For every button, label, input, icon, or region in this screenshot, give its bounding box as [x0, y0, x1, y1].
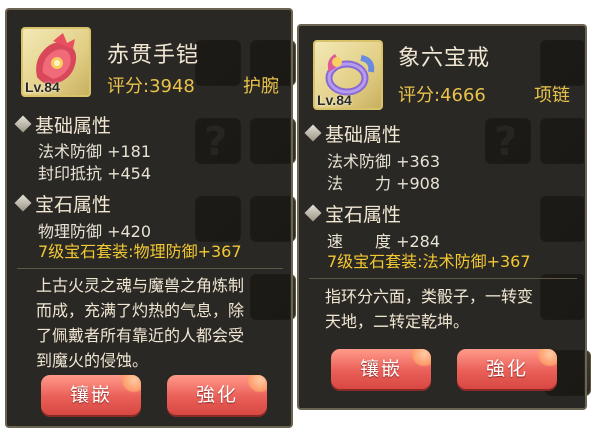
ring-icon: Lv.84 — [313, 40, 383, 110]
enhance-button-label: 強化 — [195, 384, 238, 406]
item-slot-type: 项链 — [534, 85, 570, 106]
divider — [309, 278, 577, 279]
inlay-button[interactable]: 镶嵌 — [331, 349, 431, 389]
base-stat: 法术防御 +363 — [327, 152, 441, 171]
item-score: 评分:4666 — [398, 85, 486, 106]
gauntlet-icon: Lv.84 — [21, 27, 91, 97]
diamond-bullet-icon — [304, 124, 322, 142]
flower-decoration-icon — [537, 349, 557, 367]
enhance-button-label: 強化 — [485, 358, 528, 380]
base-attributes-heading: 基础属性 — [303, 120, 401, 147]
description-line: 到魔火的侵蚀。 — [36, 351, 149, 370]
base-attributes-title: 基础属性 — [35, 115, 112, 137]
gem-set-bonus: 7级宝石套装:法术防御+367 — [327, 252, 531, 271]
enhance-button[interactable]: 強化 — [457, 349, 557, 389]
description-line: 而成，充满了灼热的气息，除 — [36, 301, 245, 320]
gem-attributes-heading: 宝石属性 — [13, 190, 111, 217]
description-line: 了佩戴者所有靠近的人都会受 — [36, 326, 245, 345]
item-level: Lv.84 — [317, 92, 352, 108]
base-stat: 法术防御 +181 — [38, 142, 152, 161]
item-description: 指环分六面，类骰子，一转变 天地，二转定乾坤。 — [325, 284, 575, 334]
flower-decoration-icon — [411, 349, 431, 367]
diamond-bullet-icon — [14, 115, 32, 133]
inlay-button-label: 镶嵌 — [359, 358, 402, 380]
item-score: 评分:3948 — [107, 76, 195, 97]
flower-decoration-icon — [121, 375, 141, 393]
item-name: 赤贯手铠 — [107, 43, 200, 68]
flower-decoration-icon — [247, 375, 267, 393]
item-tooltip-right: Lv.84 象六宝戒 评分:4666 项链 基础属性 法术防御 +363 法 力… — [297, 24, 587, 410]
item-level: Lv.84 — [25, 79, 60, 95]
description-line: 天地，二转定乾坤。 — [325, 312, 470, 331]
base-stat: 封印抵抗 +454 — [38, 164, 152, 183]
enhance-button[interactable]: 強化 — [167, 375, 267, 415]
diamond-bullet-icon — [304, 204, 322, 222]
item-slot-type: 护腕 — [243, 76, 279, 97]
inlay-button[interactable]: 镶嵌 — [41, 375, 141, 415]
description-line: 指环分六面，类骰子，一转变 — [325, 287, 534, 306]
base-stat: 法 力 +908 — [327, 174, 441, 193]
inlay-button-label: 镶嵌 — [69, 384, 112, 406]
divider — [17, 268, 283, 269]
gem-attributes-heading: 宝石属性 — [303, 200, 401, 227]
gem-set-bonus: 7级宝石套装:物理防御+367 — [38, 242, 242, 261]
description-line: 上古火灵之魂与魔兽之角炼制 — [36, 276, 245, 295]
item-name: 象六宝戒 — [398, 46, 491, 71]
diamond-bullet-icon — [14, 194, 32, 212]
base-attributes-heading: 基础属性 — [13, 111, 111, 138]
gem-attributes-title: 宝石属性 — [35, 194, 112, 216]
item-tooltip-left: Lv.84 赤贯手铠 评分:3948 护腕 基础属性 法术防御 +181 封印抵… — [5, 8, 293, 428]
item-description: 上古火灵之魂与魔兽之角炼制 而成，充满了灼热的气息，除 了佩戴者所有靠近的人都会… — [36, 273, 286, 373]
base-attributes-title: 基础属性 — [325, 124, 402, 146]
gem-attributes-title: 宝石属性 — [325, 204, 402, 226]
